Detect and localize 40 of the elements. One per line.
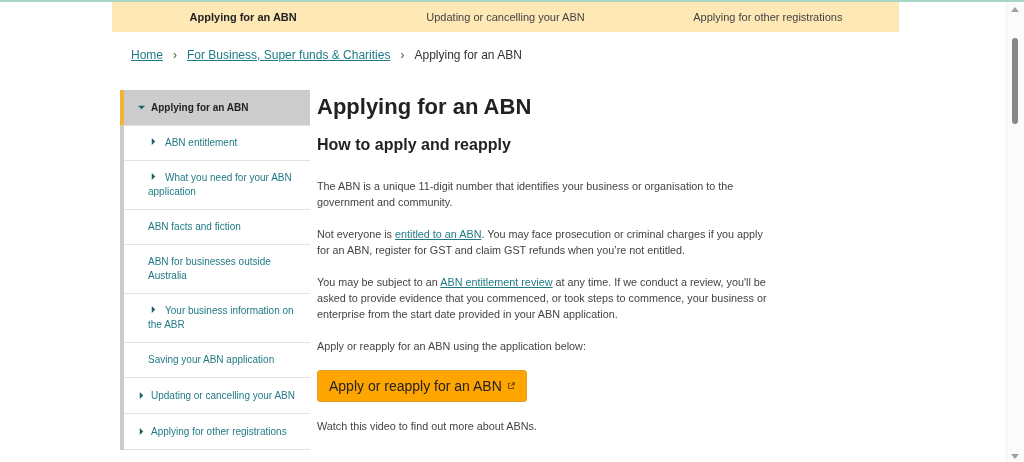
paragraph: The ABN is a unique 11-digit number that identifies your business or organisation to the government and community.: [317, 179, 735, 210]
nav-item-label: Updating or cancelling your ABN: [151, 390, 295, 401]
paragraph: Apply or reapply for an ABN using the application below:: [317, 339, 587, 354]
external-link-icon: [506, 382, 515, 390]
nav-item[interactable]: Applying for other registrations: [124, 414, 310, 450]
nav-subitem-label: ABN entitlement: [148, 136, 238, 150]
nav-subitem[interactable]: Your business information on the ABR: [124, 294, 310, 343]
nav-subitem-label: ABN facts and fiction: [148, 220, 241, 234]
breadcrumb-link[interactable]: Home: [131, 48, 163, 62]
paragraph: Watch this video to find out more about ABNs.: [317, 419, 538, 434]
paragraph: You may be subject to an ABN entitlement review at any time. If we conduct a review, you'll be asked to provide evidence that you commenced, or took steps to commence, your business or enterprise from the start date provided in your ABN application.: [317, 275, 768, 322]
scroll-up-icon[interactable]: [1011, 6, 1019, 12]
scroll-down-icon[interactable]: [1011, 454, 1019, 460]
nav-item-label: Applying for other registrations: [151, 426, 287, 437]
page-title: Applying for an ABN: [317, 94, 533, 120]
nav-subitem[interactable]: What you need for your ABN application: [124, 161, 310, 210]
nav-item[interactable]: Applying for an ABN: [120, 90, 310, 126]
nav-subitem[interactable]: ABN entitlement: [124, 126, 310, 161]
section-tab[interactable]: Updating or cancelling your ABN: [374, 11, 637, 23]
apply-button[interactable]: Apply or reapply for an ABN: [317, 370, 527, 402]
breadcrumb-link[interactable]: For Business, Super funds & Charities: [187, 48, 391, 62]
breadcrumb-separator: ›: [400, 48, 405, 62]
nav-subitem-label: Your business information on the ABR: [148, 304, 295, 332]
scrollbar-thumb[interactable]: [1012, 38, 1018, 124]
nav-subitem[interactable]: ABN for businesses outside Australia: [124, 245, 310, 294]
inline-link[interactable]: ABN entitlement review: [440, 276, 553, 288]
section-heading: How to apply and reapply: [317, 136, 512, 154]
nav-subitem-label: ABN for businesses outside Australia: [148, 255, 272, 283]
nav-item[interactable]: Updating or cancelling your ABN: [124, 378, 310, 414]
nav-item-label: Applying for an ABN: [151, 102, 249, 113]
scrollbar[interactable]: [1006, 2, 1024, 462]
section-tab[interactable]: Applying for an ABN: [112, 11, 375, 23]
nav-subitem[interactable]: Saving your ABN application: [124, 343, 310, 378]
nav-subitem-label: What you need for your ABN application: [148, 171, 293, 199]
paragraph: Not everyone is entitled to an ABN. You may face prosecution or criminal charges if you apply for an ABN, register for GST and claim GST refunds when you’re not entitled.: [317, 227, 764, 258]
breadcrumb-current: Applying for an ABN: [414, 48, 522, 62]
breadcrumb-separator: ›: [173, 48, 177, 62]
section-tab[interactable]: Applying for other registrations: [636, 11, 899, 23]
nav-subitem[interactable]: ABN facts and fiction: [124, 210, 310, 245]
nav-subitem-label: Saving your ABN application: [148, 353, 275, 367]
